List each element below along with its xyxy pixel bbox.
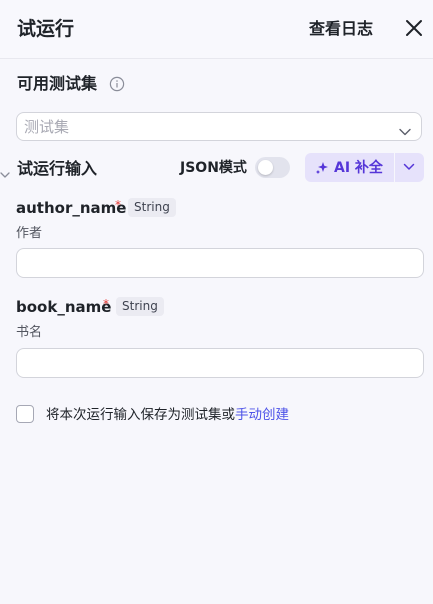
sparkle-icon	[315, 160, 329, 179]
testset-select[interactable]: 测试集	[16, 112, 422, 141]
required-mark: *	[103, 297, 109, 311]
info-icon[interactable]	[109, 76, 125, 92]
book-name-input[interactable]	[16, 348, 424, 378]
run-input-label: 试运行输入	[17, 159, 98, 178]
field-name-book: book_name	[16, 297, 111, 317]
collapse-chevron-icon[interactable]	[0, 164, 10, 178]
save-testset-label: 将本次运行输入保存为测试集或手动创建	[46, 405, 289, 425]
field-name-text: author_name	[16, 199, 127, 217]
panel-title: 试运行	[17, 18, 75, 40]
field-name-author: author_name	[16, 198, 126, 218]
required-mark: *	[115, 198, 121, 212]
ai-fill-label: AI 补全	[334, 160, 383, 176]
view-log-button[interactable]: 查看日志	[309, 17, 373, 41]
ai-fill-button[interactable]: AI 补全	[305, 153, 394, 182]
ai-fill-dropdown-button[interactable]	[395, 153, 424, 182]
toggle-knob	[258, 160, 273, 175]
manual-create-link[interactable]: 手动创建	[235, 407, 289, 423]
field-name-text: book_name	[16, 298, 112, 316]
type-tag: String	[116, 297, 164, 316]
json-mode-toggle[interactable]	[255, 157, 290, 178]
chevron-down-icon	[403, 163, 415, 170]
save-testset-checkbox[interactable]	[16, 405, 34, 423]
save-testset-text: 将本次运行输入保存为测试集或	[46, 407, 235, 423]
type-tag: String	[128, 198, 176, 217]
author-name-input[interactable]	[16, 248, 424, 278]
close-icon[interactable]	[403, 17, 425, 39]
testset-placeholder: 测试集	[24, 118, 70, 136]
json-mode-label: JSON模式	[180, 160, 247, 176]
chevron-down-icon	[399, 121, 411, 140]
panel-header: 试运行 查看日志	[0, 0, 433, 59]
field-description: 作者	[16, 226, 43, 241]
testset-label: 可用测试集	[17, 74, 98, 93]
field-description: 书名	[16, 325, 43, 340]
